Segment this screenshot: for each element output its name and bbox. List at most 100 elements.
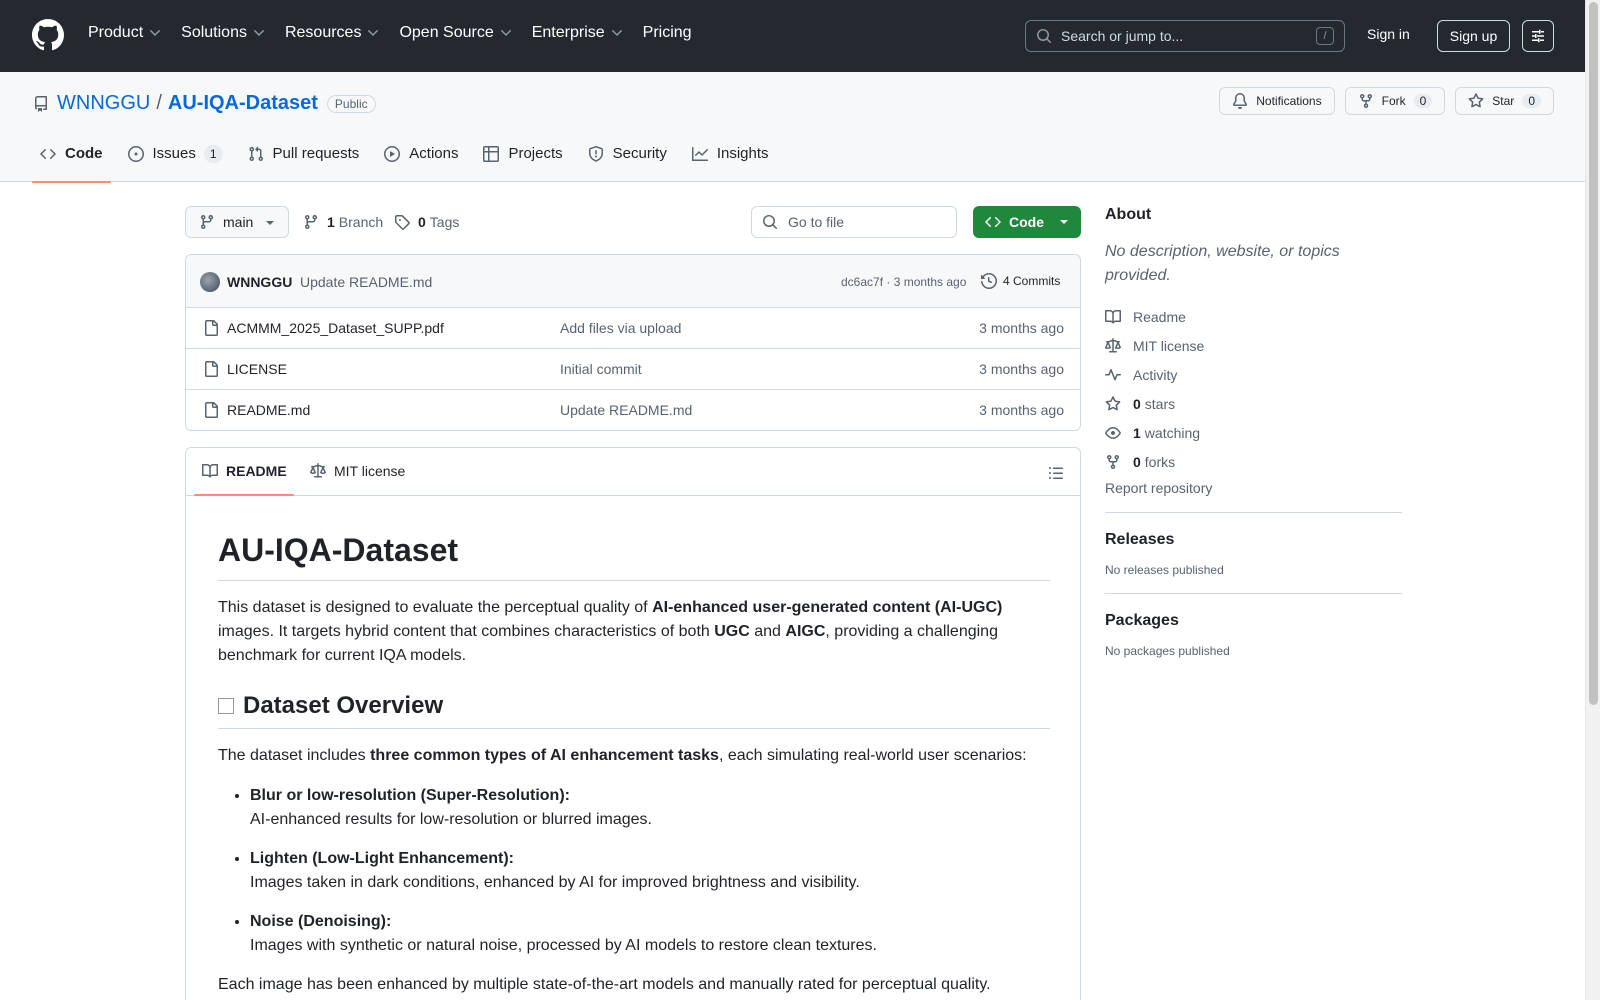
file-time: 3 months ago	[979, 402, 1064, 418]
box-icon	[218, 698, 234, 714]
commit-hash-time[interactable]: dc6ac7f · 3 months ago	[841, 275, 966, 289]
commits-link[interactable]: 4 Commits	[981, 273, 1060, 289]
nav-solutions[interactable]: Solutions	[181, 24, 267, 42]
table-icon	[483, 146, 500, 162]
file-commit-link[interactable]: Initial commit	[560, 361, 642, 377]
list-item: Lighten (Low-Light Enhancement):Images t…	[250, 847, 1050, 895]
closing-paragraph: Each image has been enhanced by multiple…	[218, 976, 991, 993]
commit-author-link[interactable]: WNNGGU	[227, 274, 292, 290]
file-name-link[interactable]: ACMMM_2025_Dataset_SUPP.pdf	[227, 320, 444, 336]
about-links: Readme MIT license Activity 0 stars 1 watc…	[1105, 302, 1402, 476]
pull-request-icon	[249, 146, 263, 162]
readme-content: AU-IQA-Dataset This dataset is designed …	[218, 496, 1050, 997]
branches-link[interactable]: 1 Branch	[303, 214, 383, 230]
go-to-file-input[interactable]: Go to file	[751, 206, 957, 238]
nav-resources[interactable]: Resources	[285, 24, 381, 42]
report-repository-link[interactable]: Report repository	[1105, 480, 1402, 496]
fork-button[interactable]: Fork 0	[1344, 87, 1446, 115]
tags-link[interactable]: 0 Tags	[394, 214, 459, 230]
file-row[interactable]: LICENSE Initial commit 3 months ago	[186, 349, 1080, 390]
sign-in-link[interactable]: Sign in	[1367, 26, 1410, 42]
github-logo-icon[interactable]	[32, 19, 64, 51]
settings-menu-button[interactable]	[1522, 20, 1554, 52]
file-name-link[interactable]: LICENSE	[227, 361, 287, 377]
list-item: Noise (Denoising):Images with synthetic …	[250, 910, 1050, 958]
repo-name-link[interactable]: AU-IQA-Dataset	[168, 92, 318, 115]
top-nav: Product Solutions Resources Open Source …	[88, 24, 710, 42]
file-row[interactable]: ACMMM_2025_Dataset_SUPP.pdf Add files vi…	[186, 308, 1080, 349]
scrollbar-thumb[interactable]	[1589, 2, 1598, 705]
star-button[interactable]: Star 0	[1455, 87, 1554, 115]
tab-security[interactable]: Security	[580, 145, 675, 182]
repo-separator: /	[156, 92, 162, 114]
about-description: No description, website, or topics provi…	[1105, 243, 1340, 284]
issues-count: 1	[203, 145, 223, 163]
chevron-down-icon	[253, 30, 264, 36]
fork-icon	[1359, 94, 1372, 109]
readme-title: AU-IQA-Dataset	[218, 530, 1050, 581]
repo-owner-link[interactable]: WNNGGU	[57, 92, 150, 115]
code-download-button[interactable]: Code	[973, 206, 1081, 238]
branch-toolbar: main 1 Branch 0 Tags Go to file Code	[185, 206, 1081, 238]
tab-actions[interactable]: Actions	[376, 145, 466, 182]
list-item: Blur or low-resolution (Super-Resolution…	[250, 784, 1050, 832]
search-shortcut-key: /	[1316, 27, 1334, 45]
chevron-down-icon	[500, 30, 511, 36]
tab-insights[interactable]: Insights	[684, 145, 777, 182]
activity-link[interactable]: Activity	[1105, 360, 1402, 389]
watchers-link[interactable]: 1 watching	[1105, 418, 1402, 447]
branch-icon	[200, 215, 213, 230]
nav-enterprise[interactable]: Enterprise	[532, 24, 625, 42]
nav-product[interactable]: Product	[88, 24, 163, 42]
search-input[interactable]: Search or jump to... /	[1025, 20, 1345, 52]
page-scrollbar[interactable]	[1585, 0, 1600, 1000]
releases-section: Releases No releases published	[1105, 513, 1402, 577]
visibility-badge: Public	[326, 94, 376, 113]
releases-empty: No releases published	[1105, 563, 1224, 577]
latest-commit-row: WNNGGU Update README.md dc6ac7f · 3 mont…	[186, 255, 1080, 308]
branch-icon	[304, 215, 317, 230]
branch-selector[interactable]: main	[185, 206, 289, 238]
repo-header: WNNGGU / AU-IQA-Dataset Public Notificat…	[0, 72, 1585, 183]
file-browser: WNNGGU Update README.md dc6ac7f · 3 mont…	[185, 254, 1081, 431]
avatar[interactable]	[200, 272, 220, 292]
nav-open-source[interactable]: Open Source	[399, 24, 513, 42]
tab-pull-requests[interactable]: Pull requests	[240, 145, 368, 182]
tab-code[interactable]: Code	[32, 145, 111, 183]
readme-panel: README MIT license AU-IQA-Dataset This d…	[185, 447, 1081, 1000]
sign-up-button[interactable]: Sign up	[1437, 20, 1510, 52]
nav-pricing[interactable]: Pricing	[643, 24, 692, 42]
stars-link[interactable]: 0 stars	[1105, 389, 1402, 418]
packages-empty: No packages published	[1105, 644, 1230, 658]
file-row[interactable]: README.md Update README.md 3 months ago	[186, 390, 1080, 430]
search-icon	[1037, 29, 1052, 44]
readme-link[interactable]: Readme	[1105, 302, 1402, 331]
releases-heading[interactable]: Releases	[1105, 531, 1402, 549]
overview-paragraph: The dataset includes three common types …	[218, 747, 1027, 764]
star-count: 0	[1522, 94, 1541, 108]
repo-actions: Notifications Fork 0 Star 0	[1219, 87, 1554, 115]
book-icon	[202, 463, 218, 478]
packages-heading[interactable]: Packages	[1105, 612, 1402, 630]
list-unordered-icon[interactable]	[1048, 465, 1064, 481]
chevron-down-icon	[150, 30, 161, 36]
commit-message-link[interactable]: Update README.md	[300, 274, 432, 290]
license-link[interactable]: MIT license	[1105, 331, 1402, 360]
file-time: 3 months ago	[979, 320, 1064, 336]
book-icon	[1105, 309, 1121, 323]
file-name-link[interactable]: README.md	[227, 402, 310, 418]
about-heading: About	[1105, 206, 1152, 223]
forks-link[interactable]: 0 forks	[1105, 447, 1402, 476]
tab-license[interactable]: MIT license	[310, 463, 405, 479]
task-list: Blur or low-resolution (Super-Resolution…	[218, 784, 1050, 958]
tab-projects[interactable]: Projects	[475, 145, 570, 182]
tab-readme[interactable]: README	[202, 463, 287, 479]
file-commit-link[interactable]: Update README.md	[560, 402, 692, 418]
notifications-button[interactable]: Notifications	[1219, 87, 1335, 115]
file-commit-link[interactable]: Add files via upload	[560, 320, 681, 336]
eye-icon	[1105, 426, 1121, 439]
tab-issues[interactable]: Issues 1	[120, 145, 231, 182]
pulse-icon	[1105, 368, 1121, 380]
tag-icon	[395, 215, 410, 230]
readme-tabs: README MIT license	[186, 448, 1080, 496]
